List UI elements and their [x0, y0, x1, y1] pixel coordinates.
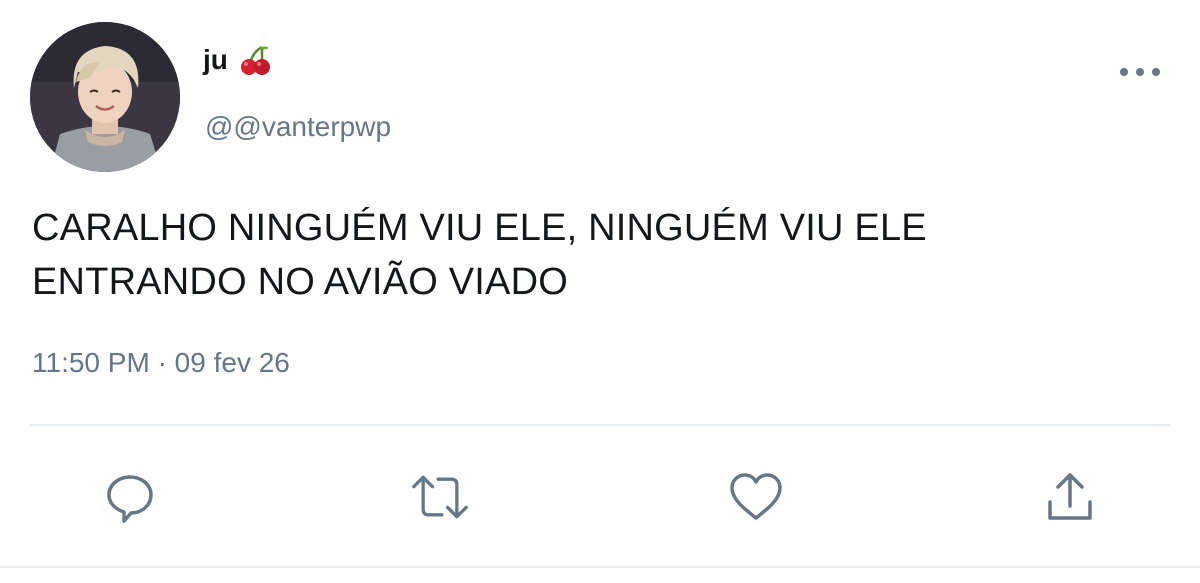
reply-icon: [107, 475, 153, 523]
retweet-icon: [412, 475, 468, 519]
user-handle[interactable]: @@vanterpwp: [205, 113, 391, 141]
reply-button[interactable]: [100, 467, 160, 527]
avatar[interactable]: [30, 22, 180, 172]
tweet-text: CARALHO NINGUÉM VIU ELE, NINGUÉM VIU ELE…: [32, 201, 1152, 309]
more-dot: [1120, 68, 1128, 76]
avatar-photo: [30, 22, 180, 172]
tweet-card: ju @@vanterpwp CARALHO NINGUÉM VIU ELE, …: [0, 0, 1200, 583]
like-icon: [730, 473, 782, 520]
display-name[interactable]: ju: [203, 46, 228, 74]
divider: [30, 424, 1170, 426]
tweet-timestamp[interactable]: 11:50 PM · 09 fev 26: [32, 349, 290, 377]
tweet-date: 09 fev 26: [174, 347, 290, 378]
bottom-divider: [0, 566, 1200, 568]
cherries-icon: [238, 44, 272, 76]
author-name-row[interactable]: ju: [203, 44, 272, 76]
tweet-time: 11:50 PM: [32, 347, 150, 378]
more-dot: [1152, 68, 1160, 76]
meta-separator: ·: [157, 347, 167, 378]
like-button[interactable]: [726, 467, 786, 527]
tweet-text-line: CARALHO NINGUÉM VIU ELE, NINGUÉM VIU ELE: [32, 207, 927, 249]
share-button[interactable]: [1040, 467, 1100, 527]
more-options-icon[interactable]: [1120, 62, 1160, 82]
tweet-text-line: ENTRANDO NO AVIÃO VIADO: [32, 261, 568, 303]
more-dot: [1136, 68, 1144, 76]
retweet-button[interactable]: [410, 467, 470, 527]
share-icon: [1048, 473, 1092, 520]
